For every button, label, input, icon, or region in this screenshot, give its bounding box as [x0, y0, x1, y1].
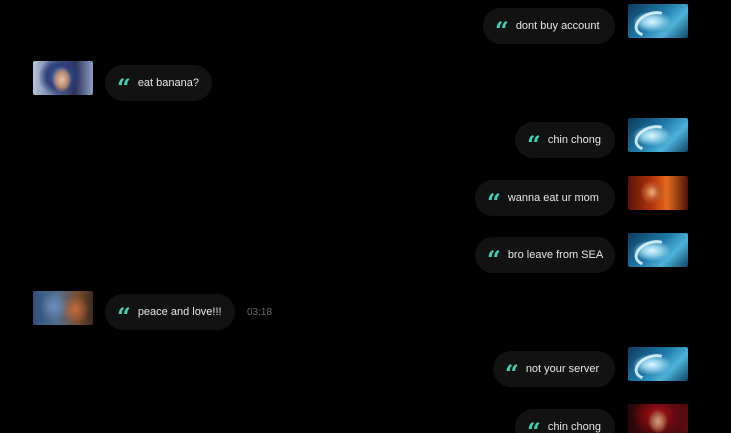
chat-message-text: wanna eat ur mom: [507, 192, 599, 204]
chat-bubble: “ eat banana?: [105, 65, 212, 101]
message-timestamp: 03:18: [247, 307, 273, 318]
chat-message-text: chin chong: [547, 421, 602, 433]
chat-message-text: dont buy account: [515, 20, 600, 32]
player-avatar-armored-hero[interactable]: [33, 61, 93, 95]
chat-bubble: “ chin chong: [515, 409, 615, 433]
quote-icon: “: [487, 188, 501, 217]
player-avatar-duo-heroes[interactable]: [33, 291, 93, 325]
quote-icon: “: [495, 16, 509, 45]
quote-icon: “: [505, 359, 519, 388]
chat-bubble: “ bro leave from SEA: [475, 237, 615, 273]
chat-bubble: “ peace and love!!!: [105, 294, 235, 330]
chat-message-text: not your server: [525, 363, 600, 375]
player-avatar-blue-dragon[interactable]: [628, 118, 688, 152]
chat-bubble: “ chin chong: [515, 122, 615, 158]
quote-icon: “: [117, 302, 131, 331]
chat-message-text: peace and love!!!: [137, 306, 222, 318]
chat-bubble: “ dont buy account: [483, 8, 615, 44]
chat-bubble: “ not your server: [493, 351, 615, 387]
quote-icon: “: [527, 417, 541, 433]
chat-feed: “ dont buy account “ eat banana? “ chin …: [0, 0, 731, 433]
chat-message-text: eat banana?: [137, 77, 199, 89]
chat-message-text: bro leave from SEA: [507, 249, 604, 261]
chat-message-text: chin chong: [547, 134, 602, 146]
player-avatar-blue-dragon[interactable]: [628, 347, 688, 381]
player-avatar-red-hooded[interactable]: [628, 404, 688, 433]
quote-icon: “: [527, 130, 541, 159]
player-avatar-blue-dragon[interactable]: [628, 4, 688, 38]
player-avatar-blue-dragon[interactable]: [628, 233, 688, 267]
quote-icon: “: [117, 73, 131, 102]
player-avatar-fiery-hero[interactable]: [628, 176, 688, 210]
chat-bubble: “ wanna eat ur mom: [475, 180, 615, 216]
quote-icon: “: [487, 245, 501, 274]
